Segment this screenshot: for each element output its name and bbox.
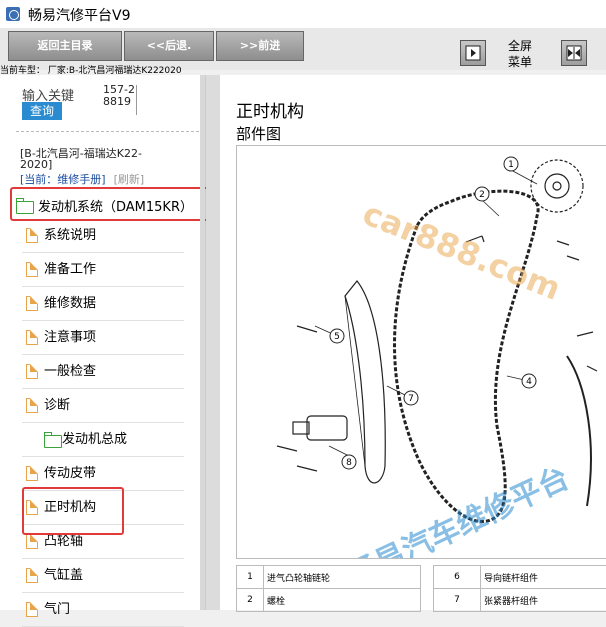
- sidebar-item-precautions[interactable]: 注意事项: [22, 321, 184, 355]
- sidebar-item-label: 注意事项: [44, 321, 96, 354]
- sidebar-item-cylinder-head[interactable]: 气缸盖: [22, 559, 184, 593]
- sidebar: 输入关键 查询 157-28819 [B-北汽昌河-福瑞达K22-2020] […: [0, 75, 206, 610]
- table-spacer: [421, 566, 434, 589]
- search-divider: [136, 85, 137, 115]
- fullscreen-label: 全屏: [498, 38, 542, 54]
- fullscreen-button[interactable]: [561, 40, 587, 66]
- sidebar-item-maintenance-data[interactable]: 维修数据: [22, 287, 184, 321]
- part-number: 7: [434, 589, 481, 612]
- search-button[interactable]: 查询: [22, 102, 62, 120]
- menu-label: 菜单: [498, 54, 542, 70]
- panel-toggle-icon: [465, 45, 481, 61]
- table-spacer: [421, 589, 434, 612]
- title-bar: 畅易汽修平台V9: [0, 0, 606, 28]
- vehicle-name: [B-北汽昌河-福瑞达K22-2020]: [20, 148, 170, 170]
- document-icon: [26, 228, 38, 243]
- current-manual-link[interactable]: [当前：维修手册]: [20, 173, 106, 186]
- table-row: 1 进气凸轮轴链轮 6 导向链杆组件: [237, 566, 606, 589]
- timing-diagram: 1 2 5 7 4 8 car888.com 畅易汽车维修平台: [236, 145, 606, 559]
- app-icon: [6, 7, 20, 21]
- sidebar-item-valve[interactable]: 气门: [22, 593, 184, 627]
- sidebar-item-system-description[interactable]: 系统说明: [22, 219, 184, 253]
- splitter[interactable]: [206, 75, 220, 610]
- document-icon: [26, 262, 38, 277]
- callout-8: 8: [346, 458, 352, 468]
- document-icon: [26, 398, 38, 413]
- part-name: 进气凸轮轴链轮: [264, 566, 421, 589]
- document-icon: [26, 534, 38, 549]
- panel-toggle-button[interactable]: [460, 40, 486, 66]
- fullscreen-menu-label[interactable]: 全屏 菜单: [498, 38, 542, 70]
- part-name: 导向链杆组件: [481, 566, 606, 589]
- folder-icon: [44, 435, 62, 448]
- sidebar-item-general-inspection[interactable]: 一般检查: [22, 355, 184, 389]
- sidebar-item-engine-assembly[interactable]: 发动机总成: [22, 423, 184, 457]
- part-number: 6: [434, 566, 481, 589]
- document-icon: [26, 330, 38, 345]
- sidebar-item-drive-belt[interactable]: 传动皮带: [22, 457, 184, 491]
- home-button[interactable]: 返回主目录: [8, 31, 122, 61]
- document-icon: [26, 466, 38, 481]
- sidebar-item-label: 系统说明: [44, 219, 96, 252]
- parts-table: 1 进气凸轮轴链轮 6 导向链杆组件 2 螺栓 7 张紧器杆组件: [236, 565, 606, 612]
- part-name: 张紧器杆组件: [481, 589, 606, 612]
- sidebar-item-label: 气缸盖: [44, 559, 83, 592]
- sidebar-item-label: 发动机总成: [62, 423, 127, 456]
- sidebar-item-label: 诊断: [44, 389, 70, 422]
- sidebar-item-label: 准备工作: [44, 253, 96, 286]
- document-icon: [26, 568, 38, 583]
- window-title: 畅易汽修平台V9: [28, 5, 130, 25]
- highlight-box-engine: [10, 187, 210, 221]
- part-number: 2: [237, 589, 264, 612]
- back-button[interactable]: <<后退.: [124, 31, 214, 61]
- part-number: 1: [237, 566, 264, 589]
- refresh-link[interactable]: [刷新]: [114, 173, 145, 186]
- sidebar-item-label: 传动皮带: [44, 457, 96, 490]
- search-count: 157-28819: [103, 84, 139, 108]
- part-name: 螺栓: [264, 589, 421, 612]
- document-icon: [26, 296, 38, 311]
- callout-2: 2: [479, 190, 485, 200]
- document-icon: [26, 364, 38, 379]
- sidebar-item-preparation[interactable]: 准备工作: [22, 253, 184, 287]
- sidebar-scrollbar[interactable]: [200, 75, 205, 610]
- callout-4: 4: [526, 377, 532, 387]
- callout-1: 1: [508, 160, 514, 170]
- sidebar-item-diagnosis[interactable]: 诊断: [22, 389, 184, 423]
- page-title: 正时机构: [236, 97, 304, 122]
- page-subtitle: 部件图: [236, 123, 281, 144]
- vehicle-links: [当前：维修手册] [刷新]: [20, 171, 144, 187]
- table-row: 2 螺栓 7 张紧器杆组件: [237, 589, 606, 612]
- sidebar-divider: [16, 131, 204, 132]
- highlight-box-timing: [22, 487, 124, 535]
- callout-7: 7: [408, 394, 414, 404]
- content-pane: 正时机构 部件图: [220, 75, 606, 610]
- sidebar-item-label: 一般检查: [44, 355, 96, 388]
- fullscreen-icon: [566, 45, 582, 61]
- sidebar-item-label: 维修数据: [44, 287, 96, 320]
- callout-5: 5: [334, 332, 340, 342]
- forward-button[interactable]: >>前进: [216, 31, 304, 61]
